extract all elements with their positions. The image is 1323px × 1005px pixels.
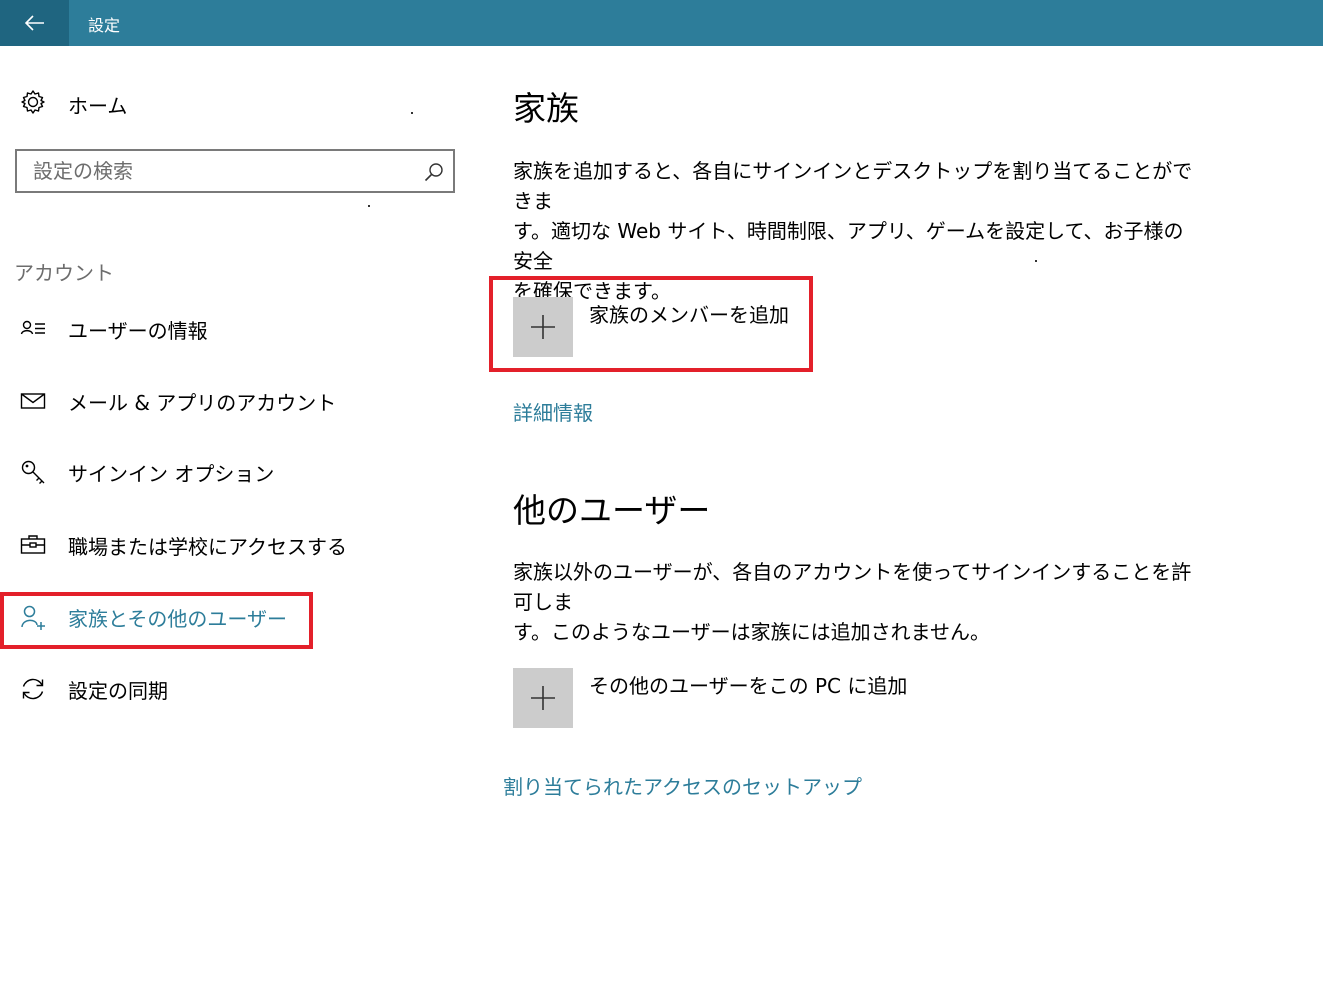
add-family-plus-tile[interactable]: [513, 297, 573, 357]
add-user-icon: [20, 604, 46, 630]
family-heading: 家族: [513, 89, 579, 128]
other-users-description-line: す。このようなユーザーは家族には追加されません。: [513, 620, 990, 644]
user-info-icon: [20, 316, 46, 342]
family-description-line: 家族を追加すると、各自にサインインとデスクトップを割り当てることができま: [513, 159, 1193, 213]
artifact-dot: [1035, 260, 1037, 262]
window-title: 設定: [88, 16, 121, 35]
briefcase-icon: [20, 532, 46, 558]
add-other-user-plus-tile[interactable]: [513, 668, 573, 728]
section-label-accounts: アカウント: [14, 261, 114, 285]
home-nav-item[interactable]: ホーム: [20, 88, 127, 118]
sidebar-item-sign-in-options[interactable]: サインイン オプション: [20, 456, 274, 488]
other-users-heading: 他のユーザー: [513, 491, 711, 530]
search-icon[interactable]: [423, 161, 445, 183]
family-description-line: す。適切な Web サイト、時間制限、アプリ、ゲームを設定して、お子様の安全: [513, 219, 1184, 273]
sync-icon: [20, 676, 46, 702]
settings-search-box[interactable]: [15, 149, 455, 193]
add-other-user-label: その他のユーザーをこの PC に追加: [589, 674, 908, 698]
sidebar-item-label: メール & アプリのアカウント: [68, 390, 337, 415]
sidebar-item-label: ユーザーの情報: [68, 318, 208, 343]
artifact-dot: [368, 205, 370, 207]
sidebar-item-user-info[interactable]: ユーザーの情報: [20, 313, 208, 345]
sidebar-item-label: 設定の同期: [68, 678, 168, 703]
home-label: ホーム: [68, 94, 128, 118]
mail-icon: [20, 388, 46, 414]
plus-icon: [531, 686, 555, 710]
sidebar-item-sync-settings[interactable]: 設定の同期: [20, 673, 168, 705]
more-info-link[interactable]: 詳細情報: [513, 397, 593, 426]
back-arrow-icon: [24, 15, 44, 31]
key-icon: [20, 459, 46, 485]
gear-icon: [21, 90, 45, 114]
assigned-access-link[interactable]: 割り当てられたアクセスのセットアップ: [503, 771, 862, 800]
sidebar-item-family-other-users[interactable]: 家族とその他のユーザー: [20, 601, 287, 633]
sidebar-item-label: 職場または学校にアクセスする: [68, 534, 347, 559]
other-users-description: 家族以外のユーザーが、各自のアカウントを使ってサインインすることを許可しま す。…: [513, 557, 1193, 647]
back-button[interactable]: [0, 0, 69, 46]
title-bar: 設定: [0, 0, 1323, 46]
plus-icon: [531, 315, 555, 339]
sidebar-item-label: 家族とその他のユーザー: [68, 606, 287, 631]
search-input[interactable]: [33, 157, 413, 185]
sidebar-item-email-accounts[interactable]: メール & アプリのアカウント: [20, 385, 336, 417]
sidebar-item-label: サインイン オプション: [68, 461, 275, 486]
artifact-dot: [411, 112, 413, 114]
other-users-description-line: 家族以外のユーザーが、各自のアカウントを使ってサインインすることを許可しま: [513, 560, 1192, 614]
family-description: 家族を追加すると、各自にサインインとデスクトップを割り当てることができま す。適…: [513, 156, 1193, 306]
add-family-member-label: 家族のメンバーを追加: [589, 303, 789, 327]
sidebar-item-work-school[interactable]: 職場または学校にアクセスする: [20, 529, 347, 561]
